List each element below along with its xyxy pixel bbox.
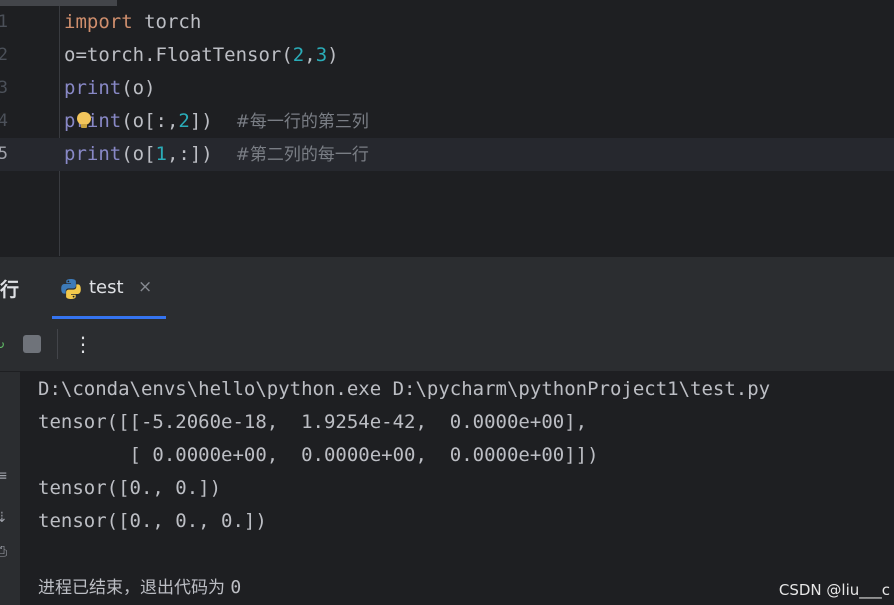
number-token: 2 [178,110,190,132]
exit-code: 0 [230,577,242,598]
code-line-3[interactable]: 3 print(o) [0,72,894,105]
code-text: import torch [64,6,201,39]
code-token: ,:]) [166,143,236,165]
keyword-import: import [64,11,133,33]
code-text: print(o) [64,72,156,105]
process-exit-line: 进程已结束，退出代码为 0 [38,571,241,605]
console-line: [ 0.0000e+00, 0.0000e+00, 0.0000e+00]]) [38,444,599,466]
console-output[interactable]: ≡ ⇣ ⎙ D:\conda\envs\hello\python.exe D:\… [0,372,894,605]
side-action-icon[interactable]: ⇣ [0,510,8,526]
builtin-print: print [64,110,122,132]
code-line-5[interactable]: 5 print(o[1,:]) #第二列的每一行 [0,138,894,171]
console-line: tensor([[-5.2060e-18, 1.9254e-42, 0.0000… [38,411,588,433]
code-editor[interactable]: 1 import torch 2 o=torch.FloatTensor(2,3… [0,6,894,256]
code-token: ) [327,44,339,66]
rerun-icon[interactable]: ↻ [0,337,5,351]
code-token: (o) [121,77,156,99]
stop-button[interactable] [23,335,41,353]
toolbar-separator [57,329,58,359]
code-text: print(o[:,2]) #每一行的第三列 [64,105,369,139]
code-token: ]) [189,110,236,132]
run-tab-label: test [89,277,124,298]
run-panel-title: 行 [0,279,20,301]
builtin-print: print [64,77,122,99]
code-line-2[interactable]: 2 o=torch.FloatTensor(2,3) [0,39,894,72]
line-number: 5 [0,144,8,164]
code-text: print(o[1,:]) #第二列的每一行 [64,138,369,172]
builtin-print: print [64,143,122,165]
run-tab-test[interactable]: test × [52,257,166,319]
code-token: (o[:, [121,110,179,132]
code-comment: #第二列的每一行 [235,145,369,165]
number-token: 2 [292,44,305,66]
python-icon [61,279,81,299]
console-side-strip: ≡ ⇣ ⎙ [0,372,20,605]
number-token: 3 [315,44,328,66]
run-toolbar: ↻ ⋮ [0,319,894,372]
console-line: D:\conda\envs\hello\python.exe D:\pychar… [38,378,771,400]
line-number: 2 [0,45,8,65]
bulb-base [81,124,87,128]
more-options-icon[interactable]: ⋮ [73,331,93,357]
code-token: o=torch.FloatTensor( [64,44,293,66]
close-tab-icon[interactable]: × [138,277,152,297]
number-token: 1 [155,143,167,165]
console-line: tensor([0., 0.]) [38,477,222,499]
exit-message: 进程已结束，退出代码为 [38,578,225,598]
line-number: 1 [0,12,8,32]
code-line-1[interactable]: 1 import torch [0,6,894,39]
side-action-icon[interactable]: ⎙ [0,544,7,560]
line-number: 4 [0,111,8,131]
console-line: tensor([0., 0., 0.]) [38,510,267,532]
code-comment: #每一行的第三列 [235,112,369,132]
code-text: o=torch.FloatTensor(2,3) [64,39,339,72]
side-action-icon[interactable]: ≡ [0,468,8,484]
code-token: , [304,44,316,66]
code-line-4[interactable]: 4 print(o[:,2]) #每一行的第三列 [0,105,894,138]
line-number: 3 [0,78,8,98]
code-token: (o[ [121,143,156,165]
run-tool-window-header: 行 test × [0,256,894,319]
code-token: torch [132,11,202,33]
intention-bulb-icon[interactable] [77,112,91,128]
csdn-watermark: CSDN @liu___c [778,581,890,599]
